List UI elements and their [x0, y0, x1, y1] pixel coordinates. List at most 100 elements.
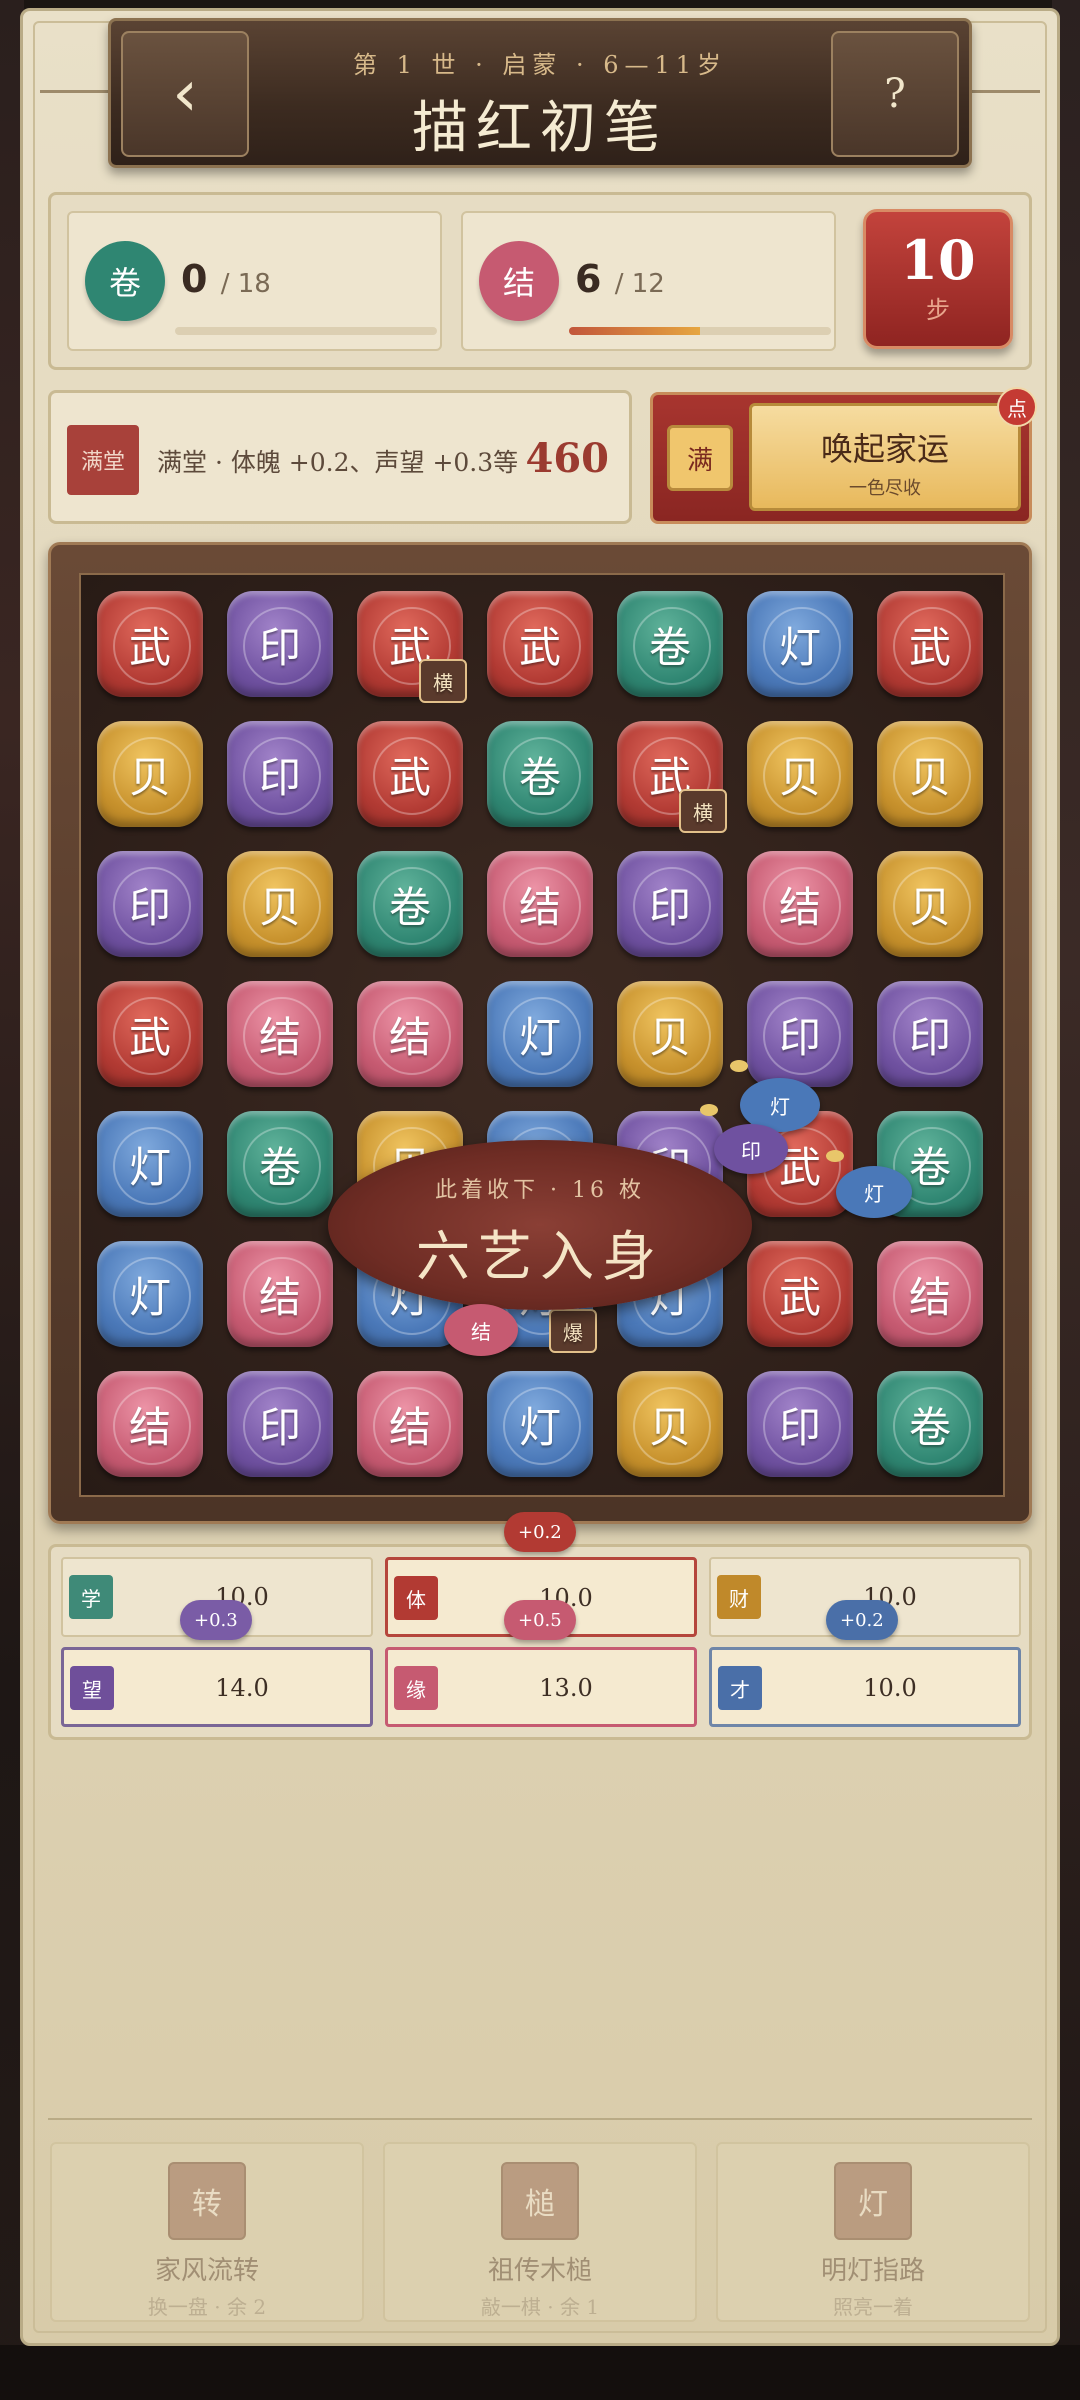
tool-uses: 换一盘 · 余 2 [147, 2295, 267, 2319]
header-bar: ‹ 第 1 世 · 启蒙 · 6—11岁 描红初笔 ? [108, 18, 972, 168]
goal-juan-icon: 卷 [85, 241, 165, 321]
tile-yin[interactable]: 印 [617, 851, 723, 957]
tile-bei[interactable]: 贝 [617, 1371, 723, 1477]
tile-juan[interactable]: 卷 [487, 721, 593, 827]
attr-fate: 缘 13.0 [385, 1647, 697, 1727]
board-frame: 武印武横武卷灯武贝印武卷武横贝贝印贝卷结印结贝武结结灯贝印印灯卷贝灯印武卷灯结灯… [48, 542, 1032, 1524]
flying-piece-yin: 印 [714, 1124, 788, 1174]
goal-jie-total: / 12 [614, 269, 665, 299]
combo-score: 460 [525, 435, 610, 482]
attr-reputation: 望 14.0 [61, 1647, 373, 1727]
attr-talent-icon: 才 [718, 1666, 762, 1710]
tool-ancestral-mallet[interactable]: 槌 祖传木槌 敲一棋 · 余 1 [383, 2142, 697, 2322]
tile-juan[interactable]: 卷 [357, 851, 463, 957]
summon-subtitle: 一色尽收 [849, 478, 921, 499]
tile-deng[interactable]: 灯 [97, 1111, 203, 1217]
tile-juan[interactable]: 卷 [227, 1111, 333, 1217]
tile-jie[interactable]: 结 [357, 1371, 463, 1477]
tile-wu[interactable]: 武 [877, 591, 983, 697]
delta-physique: +0.2 [504, 1512, 576, 1552]
tile-bei[interactable]: 贝 [877, 851, 983, 957]
banner-main-text: 六艺入身 [416, 1225, 664, 1288]
tool-name: 家风流转 [154, 2256, 259, 2286]
tile-jie[interactable]: 结 [877, 1241, 983, 1347]
tool-family-shuffle[interactable]: 转 家风流转 换一盘 · 余 2 [50, 2142, 364, 2322]
banner-subtext: 此着收下 · 16 枚 [435, 1178, 645, 1203]
goal-jie-progress [569, 327, 831, 335]
tile-jie[interactable]: 结 [357, 981, 463, 1087]
tile-yin[interactable]: 印 [227, 1371, 333, 1477]
attr-reputation-value: 14.0 [215, 1674, 269, 1702]
attr-talent: 才 10.0 [709, 1647, 1021, 1727]
tile-jie[interactable]: 结 [487, 851, 593, 957]
tile-wu[interactable]: 武横 [357, 591, 467, 703]
help-button[interactable]: ? [831, 31, 959, 157]
attr-talent-value: 10.0 [863, 1674, 917, 1702]
tile-bei[interactable]: 贝 [877, 721, 983, 827]
tile-jie[interactable]: 结 [227, 981, 333, 1087]
tile-wu[interactable]: 武 [487, 591, 593, 697]
goal-juan-progress [175, 327, 437, 335]
delta-fate: +0.5 [504, 1600, 576, 1640]
tile-wu[interactable]: 武 [357, 721, 463, 827]
tool-uses: 敲一棋 · 余 1 [480, 2295, 600, 2319]
tile-yin[interactable]: 印 [227, 721, 333, 827]
tile-marker: 横 [679, 789, 727, 833]
tile-bei[interactable]: 贝 [97, 721, 203, 827]
spark [826, 1150, 844, 1162]
tile-juan[interactable]: 卷 [877, 1371, 983, 1477]
attr-physique-icon: 体 [394, 1576, 438, 1620]
tile-bei[interactable]: 贝 [747, 721, 853, 827]
tile-deng[interactable]: 灯 [747, 591, 853, 697]
goal-juan: 卷 0 / 18 [67, 211, 442, 351]
tile-yin[interactable]: 印 [877, 981, 983, 1087]
tile-deng[interactable]: 灯 [487, 1371, 593, 1477]
tile-yin[interactable]: 印 [97, 851, 203, 957]
goal-juan-total: / 18 [220, 269, 271, 299]
goal-jie-count: 6 [575, 257, 602, 301]
combo-panel: 满堂 满堂 · 体魄 +0.2、声望 +0.3等 460 [48, 390, 632, 524]
summon-fortune-panel: 满 唤起家运 一色尽收 点 [650, 387, 1037, 524]
attr-reputation-icon: 望 [70, 1666, 114, 1710]
tile-wu[interactable]: 武 [97, 981, 203, 1087]
summon-title: 唤起家运 [820, 430, 949, 468]
tile-yin[interactable]: 印 [747, 1371, 853, 1477]
spark [730, 1060, 748, 1072]
combo-tag: 满堂 [67, 425, 139, 495]
attr-learning-icon: 学 [69, 1575, 113, 1619]
tile-marker: 爆 [549, 1309, 597, 1353]
goal-jie: 结 6 / 12 [461, 211, 836, 351]
shuffle-icon: 转 [168, 2162, 246, 2240]
tile-jie[interactable]: 结 [747, 851, 853, 957]
tile-deng[interactable]: 灯 [97, 1241, 203, 1347]
tile-bei[interactable]: 贝 [227, 851, 333, 957]
tile-wu[interactable]: 武横 [617, 721, 727, 833]
steps-label: 步 [926, 296, 950, 324]
tile-marker: 横 [419, 659, 467, 703]
combo-description: 满堂 · 体魄 +0.2、声望 +0.3等 [157, 448, 519, 477]
summon-fortune-button[interactable]: 唤起家运 一色尽收 [749, 403, 1021, 511]
full-badge: 满 [667, 425, 733, 491]
tile-wu[interactable]: 武 [97, 591, 203, 697]
lamp-icon: 灯 [834, 2162, 912, 2240]
attr-fate-value: 13.0 [539, 1674, 593, 1702]
background-bottom [0, 2345, 1080, 2400]
tool-name: 祖传木槌 [487, 2256, 592, 2286]
tile-bei[interactable]: 贝 [617, 981, 723, 1087]
steps-remaining: 10 步 [863, 209, 1013, 349]
tile-deng[interactable]: 灯 [487, 981, 593, 1087]
tile-jie[interactable]: 结 [227, 1241, 333, 1347]
tile-juan[interactable]: 卷 [617, 591, 723, 697]
divider [48, 2118, 1032, 2120]
attr-wealth-icon: 财 [717, 1575, 761, 1619]
tile-yin[interactable]: 印 [227, 591, 333, 697]
tile-wu[interactable]: 武 [747, 1241, 853, 1347]
tool-name: 明灯指路 [820, 2256, 925, 2286]
tool-lamp-hint[interactable]: 灯 明灯指路 照亮一着 [716, 2142, 1030, 2322]
steps-count: 10 [900, 228, 976, 292]
goal-jie-icon: 结 [479, 241, 559, 321]
tile-yin[interactable]: 印 [747, 981, 853, 1087]
spark [700, 1104, 718, 1116]
tile-jie[interactable]: 结 [97, 1371, 203, 1477]
attr-fate-icon: 缘 [394, 1666, 438, 1710]
